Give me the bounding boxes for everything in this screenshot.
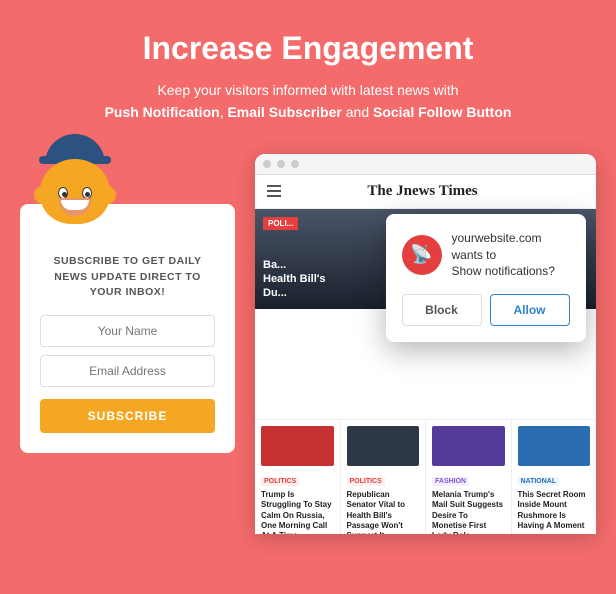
browser-mockup: The Jnews Times POLI... Ba...Health Bill… — [255, 154, 596, 534]
card-1-thumb — [261, 426, 334, 466]
block-button[interactable]: Block — [402, 294, 482, 326]
subtitle-social: Social Follow Button — [373, 104, 511, 120]
popup-message: yourwebsite.com wants to Show notificati… — [452, 230, 570, 280]
monkey-eye-right — [82, 187, 92, 199]
card-2-tag: POLITICS — [347, 477, 385, 486]
browser-toolbar — [255, 154, 596, 175]
card-4-thumb — [518, 426, 591, 466]
name-input[interactable] — [40, 315, 215, 347]
news-card-4: NATIONAL This Secret Room Inside Mount R… — [512, 420, 597, 534]
monkey-face — [40, 159, 110, 224]
header-subtitle: Keep your visitors informed with latest … — [40, 79, 576, 124]
news-cards-row: POLITICS Trump Is Struggling To Stay Cal… — [255, 419, 596, 534]
hero-headline: Ba...Health Bill'sDu... — [263, 258, 326, 301]
monkey-eye-left — [58, 187, 68, 199]
monkey-mouth-area — [59, 198, 91, 216]
card-1-title: Trump Is Struggling To Stay Calm On Russ… — [261, 490, 334, 534]
card-2-thumb — [347, 426, 420, 466]
allow-button[interactable]: Allow — [490, 294, 570, 326]
wifi-signal-icon: 📡 — [410, 244, 432, 265]
card-3-tag: FASHION — [432, 477, 469, 486]
subscribe-button[interactable]: SUBSCRIBE — [40, 399, 215, 433]
notification-popup: 📡 yourwebsite.com wants to Show notifica… — [386, 214, 586, 342]
mailchimp-mascot — [30, 134, 120, 224]
card-3-thumb — [432, 426, 505, 466]
browser-dot-2 — [277, 160, 285, 168]
hamburger-icon[interactable] — [267, 185, 281, 197]
browser-dot-3 — [291, 160, 299, 168]
notification-icon: 📡 — [402, 235, 442, 275]
header-section: Increase Engagement Keep your visitors i… — [0, 0, 616, 144]
email-input[interactable] — [40, 355, 215, 387]
hero-tag: POLI... — [263, 217, 298, 230]
card-4-tag: NATIONAL — [518, 477, 560, 486]
page-title: Increase Engagement — [40, 30, 576, 67]
subscribe-heading: SUBSCRIBE TO GET DAILY NEWS UPDATE DIREC… — [40, 254, 215, 301]
subtitle-push: Push Notification — [105, 104, 220, 120]
subtitle-text1: Keep your visitors informed with latest … — [157, 82, 458, 98]
monkey-pupil-left — [62, 192, 67, 197]
card-2-title: Republican Senator Vital to Health Bill'… — [347, 490, 420, 534]
subtitle-and: and — [342, 104, 373, 120]
monkey-teeth — [61, 200, 89, 210]
card-3-title: Melania Trump's Mail Suit Suggests Desir… — [432, 490, 505, 534]
news-card-1: POLITICS Trump Is Struggling To Stay Cal… — [255, 420, 341, 534]
subscribe-panel: SUBSCRIBE TO GET DAILY NEWS UPDATE DIREC… — [20, 204, 235, 453]
news-card-3: FASHION Melania Trump's Mail Suit Sugges… — [426, 420, 512, 534]
card-1-tag: POLITICS — [261, 477, 299, 486]
news-card-2: POLITICS Republican Senator Vital to Hea… — [341, 420, 427, 534]
news-site-title: The Jnews Times — [367, 183, 477, 200]
news-header: The Jnews Times — [255, 175, 596, 209]
subtitle-email: Email Subscriber — [227, 104, 341, 120]
card-4-title: This Secret Room Inside Mount Rushmore I… — [518, 490, 591, 532]
monkey-pupil-right — [85, 192, 90, 197]
browser-dot-1 — [263, 160, 271, 168]
